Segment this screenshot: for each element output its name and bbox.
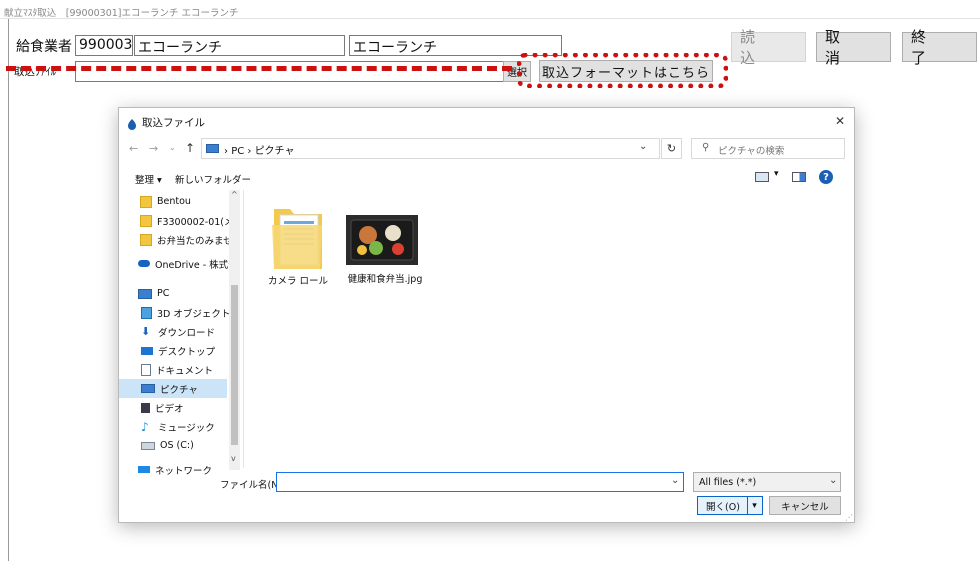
network-icon (138, 466, 150, 473)
supplier-label: 給食業者 (16, 39, 72, 55)
supplier-name-field[interactable]: エコーランチ (134, 35, 345, 56)
filename-input[interactable]: ⌄ (276, 472, 684, 492)
help-icon[interactable]: ? (819, 170, 833, 184)
tree-item-videos[interactable]: ビデオ (141, 398, 235, 417)
file-item-camera-roll[interactable]: カメラ ロール (267, 203, 329, 287)
window-left-border (8, 19, 9, 561)
pictures-icon (206, 144, 219, 153)
tree-item-obento[interactable]: お弁当たのみませ (140, 230, 235, 249)
file-path-field[interactable] (75, 61, 513, 82)
tree-item-pictures[interactable]: ピクチャ (119, 379, 227, 398)
dialog-title: 取込ファイル (142, 117, 205, 129)
scroll-down-icon[interactable]: v (231, 454, 236, 463)
refresh-icon[interactable]: ↻ (661, 138, 682, 159)
file-item-bento-jpg[interactable]: 健康和食弁当.jpg (341, 215, 429, 285)
organize-menu[interactable]: 整理 ▾ (135, 172, 162, 186)
scroll-thumb[interactable] (231, 285, 238, 445)
file-item-label: 健康和食弁当.jpg (347, 274, 423, 285)
breadcrumb-pictures[interactable]: ピクチャ (255, 146, 295, 157)
file-dialog: 取込ファイル ✕ ← → ⌄ ↑ › PC › ピクチャ ⌄ ↻ ⚲ ピクチャの… (118, 107, 855, 523)
scroll-up-icon[interactable]: ^ (231, 190, 238, 199)
tree-scrollbar[interactable]: ^ v (229, 190, 240, 470)
tree-item-pc[interactable]: PC (138, 284, 235, 303)
folder-icon (140, 214, 152, 227)
filename-dropdown-icon[interactable]: ⌄ (671, 475, 679, 486)
tree-item-onedrive[interactable]: OneDrive - 株式会 (138, 254, 235, 273)
pictures-icon (141, 384, 155, 393)
exit-button[interactable]: 終 了 (902, 28, 977, 67)
search-box[interactable]: ⚲ ピクチャの検索 (691, 138, 845, 159)
pane-divider (243, 190, 244, 468)
resize-grip-icon[interactable]: ⋰ (845, 513, 853, 522)
preview-pane-icon[interactable] (792, 172, 806, 182)
navigation-pane[interactable]: Bentou F3300002-01(メイ お弁当たのみませ OneDrive … (119, 190, 243, 477)
tree-item-music[interactable]: ♪ ミュージック (141, 417, 235, 436)
window-title: 献立ﾏｽﾀ取込 [99000301]エコーランチ エコーランチ (4, 8, 239, 19)
open-dropdown-icon[interactable]: ▾ (747, 497, 761, 514)
annotation-format-button (517, 53, 728, 88)
music-icon: ♪ (141, 419, 149, 434)
tree-item-f3300002[interactable]: F3300002-01(メイ (140, 211, 235, 230)
cloud-icon (138, 260, 150, 267)
tree-item-documents[interactable]: ドキュメント (141, 360, 235, 379)
tree-item-os-c[interactable]: OS (C:) (141, 436, 235, 455)
up-icon[interactable]: ↑ (185, 141, 195, 155)
folder-icon (272, 209, 322, 269)
view-dropdown-icon[interactable]: ▾ (774, 169, 779, 179)
close-icon[interactable]: ✕ (835, 114, 845, 128)
tree-item-bentou[interactable]: Bentou (140, 192, 235, 211)
drive-icon (141, 441, 155, 450)
folder-icon (140, 195, 152, 208)
pc-icon (138, 288, 152, 299)
breadcrumb: › PC › ピクチャ (224, 146, 295, 157)
address-dropdown-icon[interactable]: ⌄ (639, 141, 647, 152)
tree-item-desktop[interactable]: デスクトップ (141, 341, 235, 360)
photo-thumbnail-icon (346, 215, 418, 265)
filetype-select[interactable]: All files (*.*) ⌄ (693, 472, 841, 492)
supplier-code-field[interactable]: 99000301 (75, 35, 133, 56)
document-icon (141, 363, 151, 376)
cancel-button[interactable]: 取 消 (816, 28, 891, 67)
open-button-label: 開く(O) (706, 501, 740, 513)
search-placeholder: ピクチャの検索 (718, 146, 785, 157)
filetype-dropdown-icon[interactable]: ⌄ (829, 475, 837, 486)
dialog-cancel-button[interactable]: キャンセル (769, 496, 841, 515)
new-folder-button[interactable]: 新しいフォルダー (175, 172, 251, 186)
search-icon: ⚲ (702, 142, 710, 153)
forward-icon[interactable]: → (149, 142, 158, 155)
recent-dropdown-icon[interactable]: ⌄ (169, 143, 176, 152)
back-icon[interactable]: ← (129, 142, 138, 155)
title-divider (0, 18, 980, 19)
app-icon (126, 115, 138, 134)
cube-icon (141, 306, 152, 319)
breadcrumb-pc[interactable]: PC (231, 146, 244, 157)
folder-icon (140, 233, 152, 246)
file-item-label: カメラ ロール (267, 276, 329, 287)
video-icon (141, 402, 150, 413)
tree-item-downloads[interactable]: ⬇ ダウンロード (141, 322, 235, 341)
address-bar[interactable]: › PC › ピクチャ ⌄ (201, 138, 660, 159)
annotation-file-row (6, 66, 512, 71)
download-icon: ⬇ (141, 324, 151, 338)
read-button[interactable]: 読 込 (731, 28, 806, 67)
tree-item-3d-objects[interactable]: 3D オブジェクト (141, 303, 235, 322)
desktop-icon (141, 346, 153, 355)
view-options-icon[interactable] (755, 172, 769, 182)
filetype-value: All files (*.*) (699, 477, 757, 488)
